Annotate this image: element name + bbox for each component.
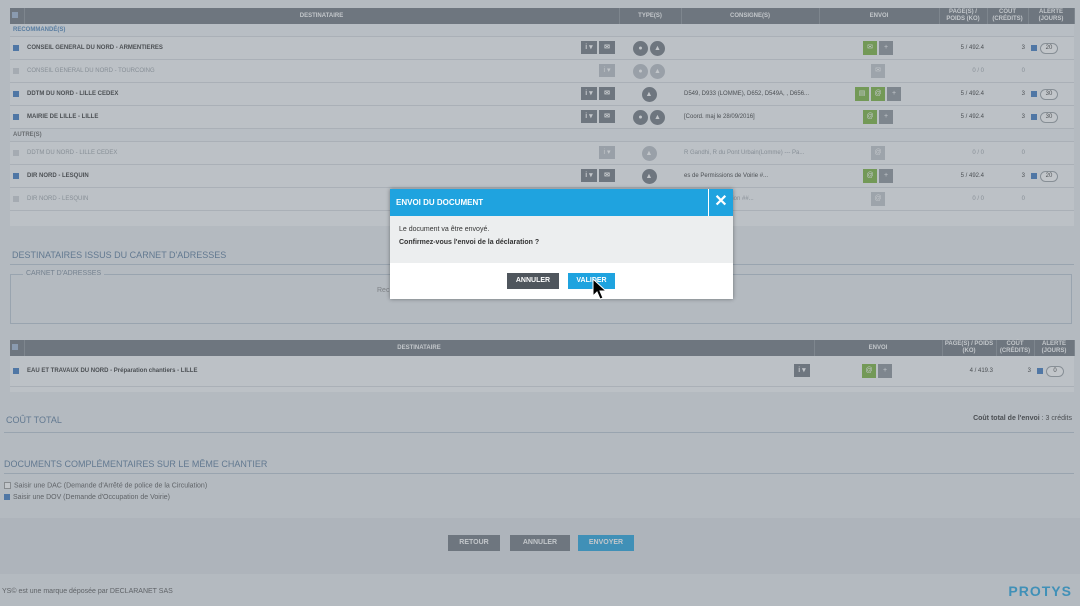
dialog-message: Le document va être envoyé. xyxy=(399,226,490,233)
cursor-icon xyxy=(592,278,608,300)
confirm-send-dialog: ENVOI DU DOCUMENT ✕ Le document va être … xyxy=(390,189,733,299)
modal-overlay[interactable] xyxy=(0,0,1080,606)
dialog-header: ENVOI DU DOCUMENT ✕ xyxy=(390,189,733,216)
close-icon[interactable]: ✕ xyxy=(708,189,733,216)
dialog-footer: ANNULER VALIDER xyxy=(390,263,733,299)
dialog-body: Le document va être envoyé. Confirmez-vo… xyxy=(390,216,733,263)
dialog-cancel-button[interactable]: ANNULER xyxy=(507,273,559,289)
dialog-question: Confirmez-vous l'envoi de la déclaration… xyxy=(399,239,540,246)
dialog-title: ENVOI DU DOCUMENT xyxy=(396,198,484,207)
